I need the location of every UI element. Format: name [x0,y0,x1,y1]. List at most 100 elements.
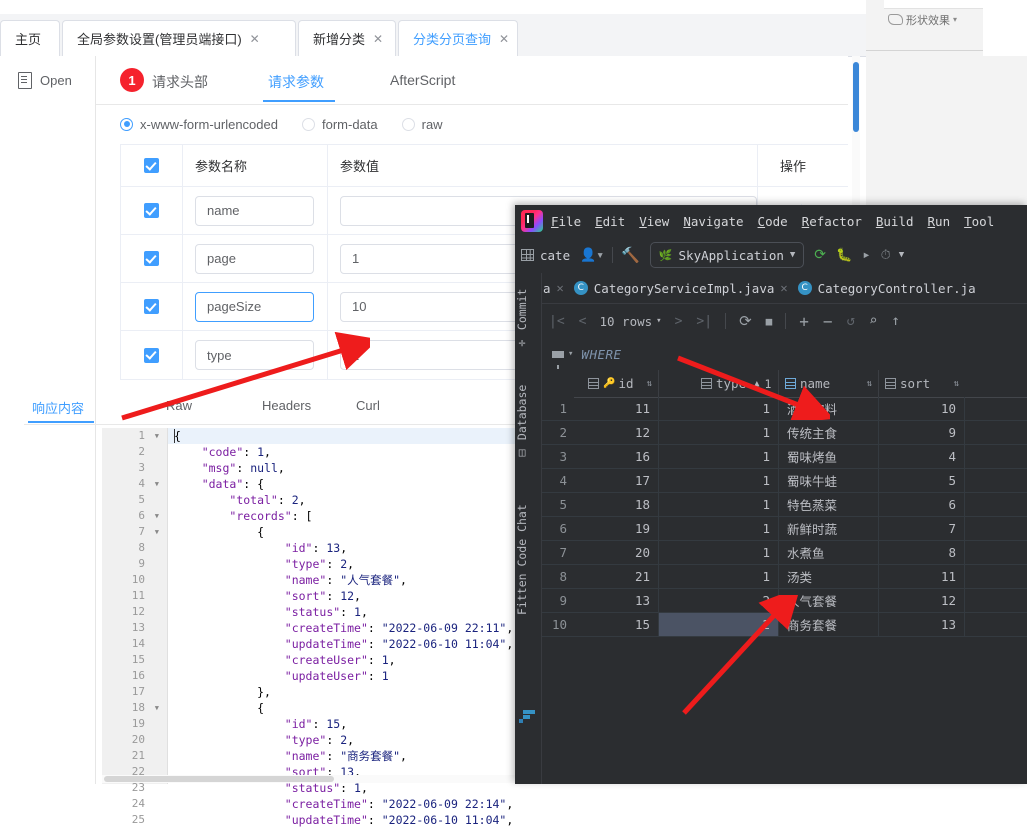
api-vertical-scrollbar-thumb[interactable] [853,62,859,132]
sidebar-item-database[interactable]: ◫ Database [515,373,541,473]
radio-raw[interactable]: raw [401,117,443,132]
people-icon[interactable]: 👤▾ [580,248,604,263]
cell-type[interactable]: 2 [659,589,779,612]
run-configuration-selector[interactable]: 🌿 SkyApplication ▼ [649,242,805,268]
cell-id[interactable]: 13 [574,589,659,612]
open-button[interactable]: Open [18,72,72,89]
table-row[interactable]: 3 16 1 蜀味烤鱼 4 [542,445,1027,469]
cell-name[interactable]: 蜀味烤鱼 [779,445,879,468]
radio-form-data[interactable]: form-data [301,117,378,132]
submit-icon[interactable]: ↑ [884,313,906,329]
param-name-input[interactable]: page [195,243,314,274]
close-icon[interactable]: ✕ [780,281,787,295]
menu-item-tool[interactable]: Tool [964,214,994,229]
cell-sort[interactable]: 11 [879,565,965,588]
cell-type[interactable]: 1 [659,541,779,564]
close-icon[interactable]: ✕ [250,32,260,46]
cell-id[interactable]: 11 [574,397,659,420]
first-page-button[interactable]: |< [542,314,572,329]
cell-name[interactable]: 蜀味牛蛙 [779,469,879,492]
cell-type[interactable]: 1 [659,421,779,444]
row-checkbox-cell[interactable] [121,283,183,330]
editor-tab-category-service-impl[interactable]: C CategoryServiceImpl.java ✕ [573,281,788,296]
radio-x-www-form-urlencoded[interactable]: x-www-form-urlencoded [120,117,278,132]
row-index-cell[interactable]: 5 [542,493,574,516]
api-tab-1[interactable]: 全局参数设置(管理员端接口) ✕ [62,20,296,56]
grid-filter-bar[interactable]: ▾ WHERE [542,338,1027,371]
editor-tab-category-controller[interactable]: C CategoryController.ja [797,281,976,296]
api-tab-0[interactable]: 主页 [0,20,60,56]
column-header-sort[interactable]: sort ⇅ [879,370,965,397]
table-row[interactable]: 1 11 1 酒水饮料 10 [542,397,1027,421]
cell-id[interactable]: 20 [574,541,659,564]
close-icon[interactable]: ✕ [373,32,383,46]
cell-type[interactable]: 1 [659,397,779,420]
cell-sort[interactable]: 7 [879,517,965,540]
cell-name[interactable]: 人气套餐 [779,589,879,612]
tab-response-headers[interactable]: Headers [262,398,311,413]
column-header-type[interactable]: type ▲ 1 [659,370,779,397]
row-index-cell[interactable]: 2 [542,421,574,444]
cell-id[interactable]: 16 [574,445,659,468]
row-checkbox[interactable] [144,347,159,363]
menu-item-code[interactable]: Code [758,214,788,229]
sort-ascending-icon[interactable]: ▲ [754,379,759,389]
tab-request-params[interactable]: 请求参数 [268,72,324,92]
cell-id[interactable]: 21 [574,565,659,588]
editor-tab-truncated[interactable]: a ✕ [543,281,564,296]
row-checkbox-cell[interactable] [121,331,183,379]
row-checkbox[interactable] [144,299,159,314]
select-all-checkbox[interactable] [144,158,159,173]
prev-page-button[interactable]: < [572,314,594,329]
code-gutter[interactable]: 1 ▼ 2 3 4 ▼ 5 6 ▼ 7 ▼ 8 9 10 11 12 13 14 15 16 17 18 ▼ 19 20 21 22… [102,428,168,826]
row-index-cell[interactable]: 9 [542,589,574,612]
row-index-cell[interactable]: 8 [542,565,574,588]
menu-item-view[interactable]: View [639,214,669,229]
api-tab-3[interactable]: 分类分页查询 ✕ [398,20,518,56]
cell-type[interactable]: 1 [659,493,779,516]
row-checkbox[interactable] [144,203,159,218]
cell-type[interactable]: 1 [659,469,779,492]
close-icon[interactable]: ✕ [499,32,509,46]
menu-item-refactor[interactable]: Refactor [802,214,862,229]
table-row[interactable]: 2 12 1 传统主食 9 [542,421,1027,445]
sort-indicator-icon[interactable]: ⇅ [867,379,872,389]
cell-type[interactable]: 2 [659,613,779,636]
api-tab-2[interactable]: 新增分类 ✕ [298,20,396,56]
table-row[interactable]: 7 20 1 水煮鱼 8 [542,541,1027,565]
select-all-cell[interactable] [121,145,183,186]
tab-afterscript[interactable]: AfterScript [390,72,455,88]
close-icon[interactable]: ✕ [557,281,564,295]
cell-sort[interactable]: 6 [879,493,965,516]
profiler-icon[interactable]: ⏱ [881,248,891,263]
tab-request-headers[interactable]: 请求头部 [152,72,208,92]
reload-icon[interactable]: ⟳ [732,312,759,330]
rows-count-selector[interactable]: 10 rows ▾ [593,314,667,329]
cell-sort[interactable]: 5 [879,469,965,492]
cell-sort[interactable]: 10 [879,397,965,420]
fitten-code-icon[interactable] [519,709,537,723]
row-checkbox-cell[interactable] [121,187,183,234]
cell-name[interactable]: 特色蒸菜 [779,493,879,516]
fold-toggle-icon[interactable]: ▼ [155,480,159,488]
cell-name[interactable]: 新鲜时蔬 [779,517,879,540]
sidebar-item-commit[interactable]: ✛ Commit [515,281,541,359]
cell-id[interactable]: 18 [574,493,659,516]
more-icon[interactable]: ▼ [899,250,904,260]
cell-id[interactable]: 19 [574,517,659,540]
next-page-button[interactable]: > [668,314,690,329]
fold-toggle-icon[interactable]: ▼ [155,432,159,440]
last-page-button[interactable]: >| [689,314,719,329]
row-index-cell[interactable]: 6 [542,517,574,540]
sort-indicator-icon[interactable]: ⇅ [647,379,652,389]
menu-item-edit[interactable]: Edit [595,214,625,229]
table-row[interactable]: 10 15 2 商务套餐 13 [542,613,1027,637]
cell-id[interactable]: 17 [574,469,659,492]
cell-id[interactable]: 12 [574,421,659,444]
menu-item-build[interactable]: Build [876,214,914,229]
sidebar-item-fitten-code-chat[interactable]: Fitten Code Chat [515,485,541,635]
row-checkbox-cell[interactable] [121,235,183,282]
cell-type[interactable]: 1 [659,445,779,468]
menu-item-file[interactable]: File [551,214,581,229]
tab-response-curl[interactable]: Curl [356,398,380,413]
